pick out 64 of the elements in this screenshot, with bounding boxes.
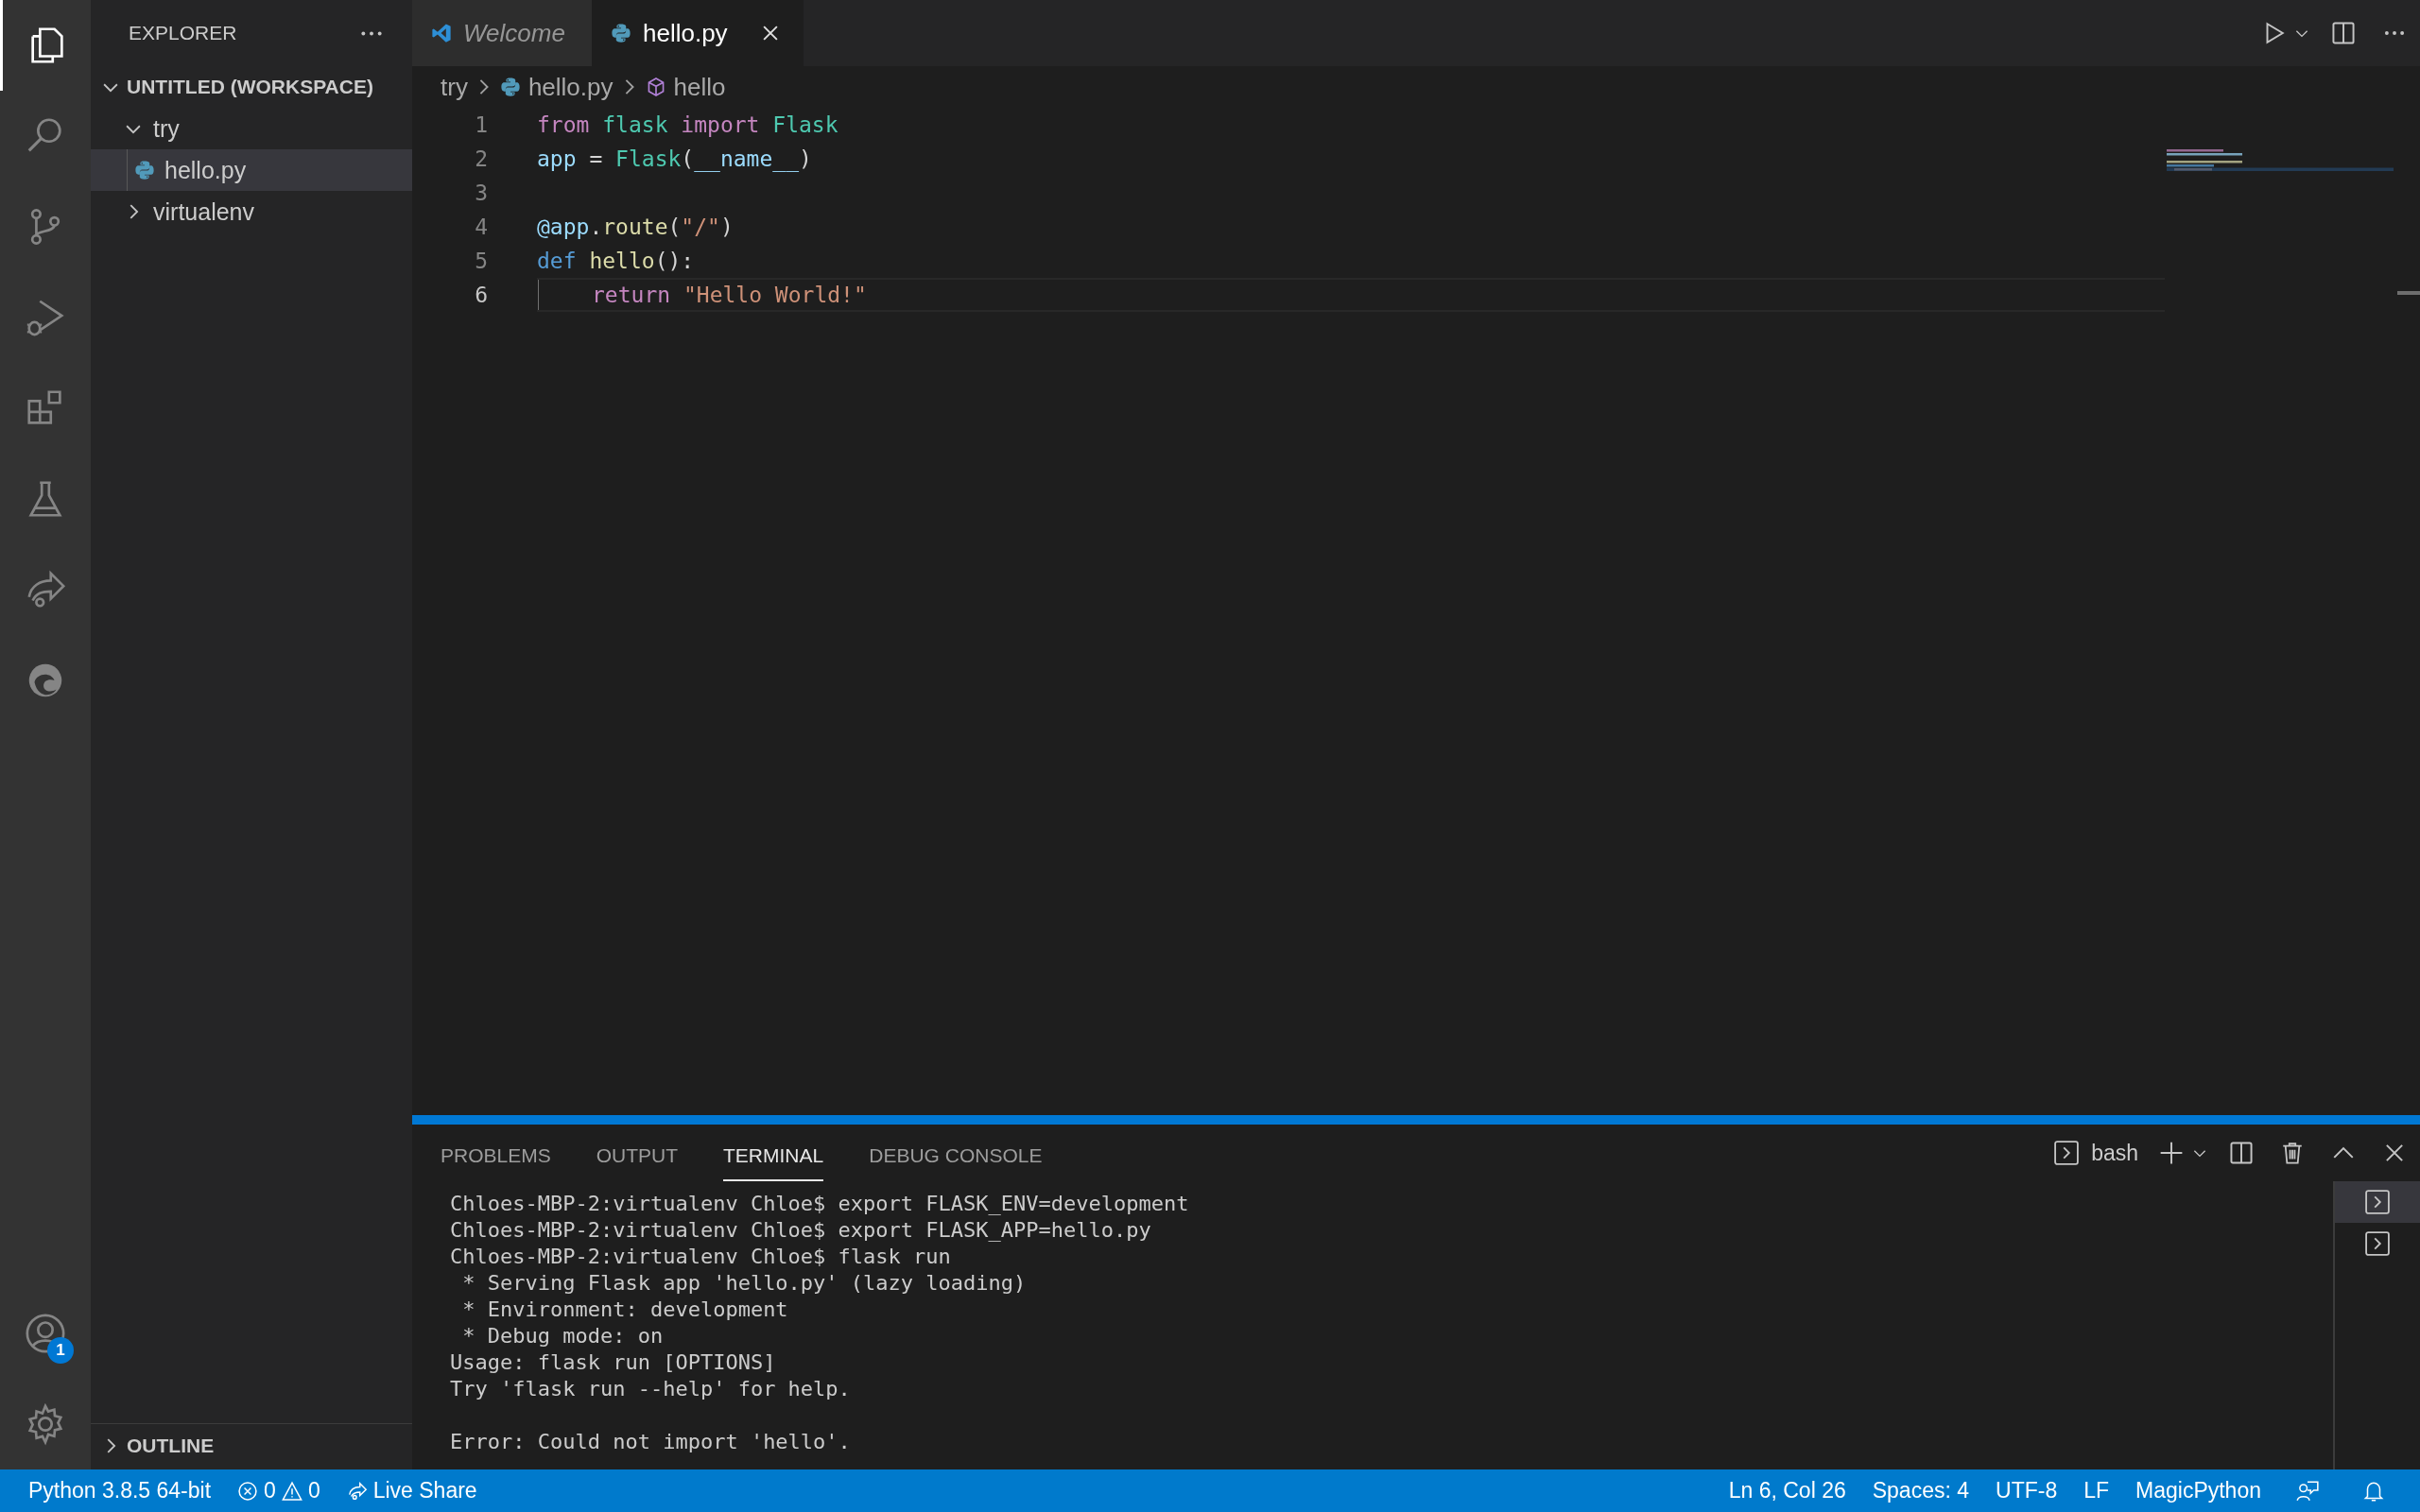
plus-icon[interactable] <box>2159 1141 2184 1165</box>
terminal-line: Try 'flask run --help' for help. <box>450 1376 851 1402</box>
line-number: 1 <box>474 112 488 137</box>
error-icon <box>237 1480 259 1502</box>
tree-item[interactable]: try <box>91 108 412 149</box>
terminal-line: Chloes-MBP-2:virtualenv Chloe$ flask run <box>450 1244 951 1270</box>
status-item[interactable]: Ln 6, Col 26 <box>1715 1478 1859 1503</box>
panel-tab[interactable]: PROBLEMS <box>441 1132 551 1181</box>
terminal-line: * Environment: development <box>461 1297 788 1323</box>
terminal-icon <box>2364 1189 2391 1215</box>
scrollbar-thumb[interactable] <box>2397 291 2420 295</box>
editor-tab[interactable]: Welcome <box>412 0 592 66</box>
tree-item[interactable]: virtualenv <box>91 191 412 232</box>
code-line: return "Hello World!" <box>592 283 867 307</box>
interpreter-status[interactable]: Python 3.8.5 64-bit <box>15 1478 225 1503</box>
terminal-line: * Debug mode: on <box>461 1323 664 1349</box>
terminal-icon <box>2053 1140 2081 1166</box>
split-editor-icon[interactable] <box>2331 21 2356 45</box>
chevron-icon <box>478 78 489 95</box>
code-line: @app.route("/") <box>537 215 734 239</box>
status-item[interactable]: Spaces: 4 <box>1858 1478 1982 1503</box>
line-number: 5 <box>474 249 488 273</box>
code-line: from flask import Flask <box>537 112 838 137</box>
terminal-icon <box>2364 1230 2391 1257</box>
feedback-icon[interactable] <box>2295 1478 2320 1503</box>
editor-tab[interactable]: hello.py <box>592 0 804 66</box>
warning-icon <box>281 1480 302 1502</box>
status-item[interactable]: UTF-8 <box>1982 1478 2071 1503</box>
status-item[interactable]: MagicPython <box>2122 1478 2274 1503</box>
terminal-line: Usage: flask run [OPTIONS] <box>450 1349 776 1376</box>
panel-tab[interactable]: DEBUG CONSOLE <box>869 1132 1043 1181</box>
line-number: 2 <box>474 146 488 171</box>
status-item[interactable]: LF <box>2070 1478 2123 1503</box>
split-terminal-icon[interactable] <box>2229 1141 2254 1165</box>
python-file-icon <box>611 23 631 43</box>
breadcrumb[interactable]: hello <box>645 72 726 102</box>
explorer-title: EXPLORER <box>129 22 238 44</box>
line-number: 3 <box>474 180 488 205</box>
ribbon-logo-icon <box>431 23 452 43</box>
terminal-line: Error: Could not import 'hello'. <box>450 1429 851 1455</box>
tree-item[interactable]: hello.py <box>91 149 412 191</box>
breadcrumb[interactable]: hello.py <box>499 72 614 102</box>
terminal-dropdown[interactable]: bash <box>2053 1140 2138 1166</box>
accounts-button[interactable]: 1 <box>0 1288 91 1379</box>
terminal-line: Chloes-MBP-2:virtualenv Chloe$ export FLASK_ENV=development <box>450 1191 1189 1217</box>
terminal-line: * Serving Flask app 'hello.py' (lazy loading) <box>461 1270 1027 1297</box>
line-number: 6 <box>474 283 488 307</box>
share-arrow-icon <box>346 1480 368 1502</box>
problems-status[interactable]: 0 0 <box>224 1478 334 1503</box>
panel-tab[interactable]: TERMINAL <box>723 1132 824 1181</box>
terminal-instance[interactable] <box>2335 1181 2420 1223</box>
python-file-icon <box>499 77 521 97</box>
notification-badge: 1 <box>47 1337 74 1364</box>
chevron-icon <box>624 78 634 95</box>
python-file-icon <box>134 160 155 180</box>
terminal-line: Chloes-MBP-2:virtualenv Chloe$ export FLASK_APP=hello.py <box>450 1217 1151 1244</box>
line-number: 4 <box>474 215 488 239</box>
code-line: app = Flask(__name__) <box>537 146 812 171</box>
panel-tab[interactable]: OUTPUT <box>596 1132 679 1181</box>
workspace-header[interactable]: UNTITLED (WORKSPACE) <box>91 66 412 108</box>
live-share-status[interactable]: Live Share <box>333 1478 491 1503</box>
code-line: def hello(): <box>537 249 695 273</box>
breadcrumb[interactable]: try <box>441 72 468 102</box>
trash-icon[interactable] <box>2280 1141 2305 1165</box>
